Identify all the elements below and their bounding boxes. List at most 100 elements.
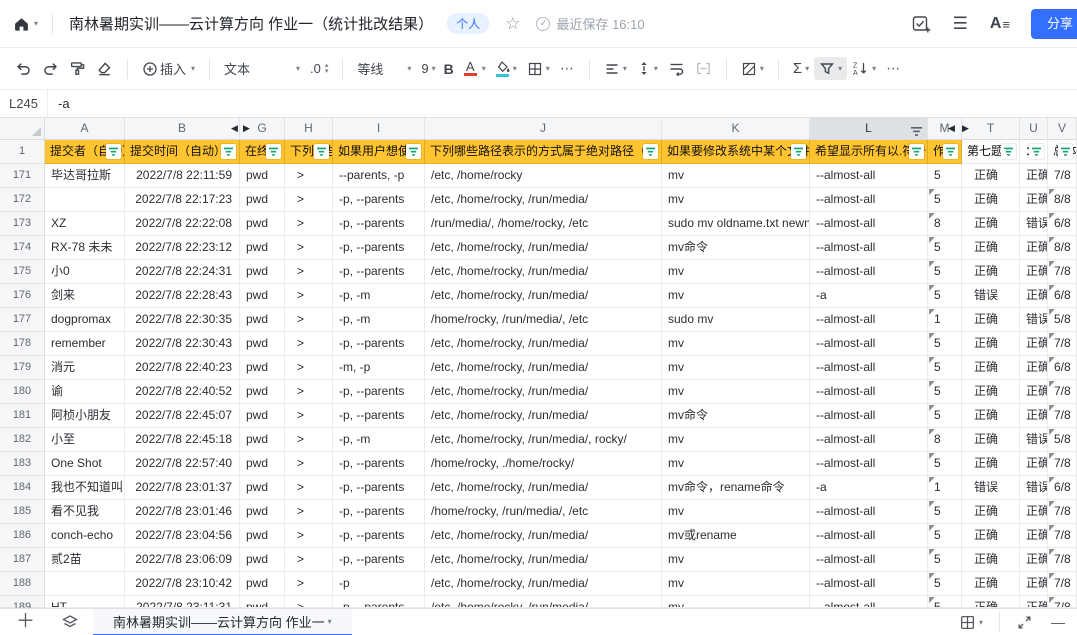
cell-B172[interactable]: 2022/7/8 22:17:23 (125, 188, 240, 212)
column-header-H[interactable]: H (285, 118, 333, 139)
cell-J176[interactable]: /etc, /home/rocky, /run/media/ (425, 284, 662, 308)
cell-L185[interactable]: --almost-all (810, 500, 928, 524)
filter-icon[interactable] (1058, 144, 1073, 159)
cell-B173[interactable]: 2022/7/8 22:22:08 (125, 212, 240, 236)
cell-K179[interactable]: mv (662, 356, 810, 380)
cell-M184[interactable]: 1 (928, 476, 962, 500)
name-box[interactable]: L245 (0, 90, 48, 117)
cell-U185[interactable]: 正确 (1020, 500, 1048, 524)
borders-button[interactable]: ▾ (522, 57, 555, 81)
cell-A186[interactable]: conch-echo (45, 524, 125, 548)
cell-B183[interactable]: 2022/7/8 22:57:40 (125, 452, 240, 476)
row-header[interactable]: 181 (0, 404, 45, 428)
font-color-button[interactable]: A▾ (457, 57, 491, 80)
cell-T180[interactable]: 正确 (962, 380, 1020, 404)
question-header-cell-U[interactable]: ：\ (1020, 140, 1048, 164)
undo-button[interactable] (10, 56, 37, 81)
cell-U176[interactable]: 正确 (1020, 284, 1048, 308)
column-header-T[interactable]: T (962, 118, 1020, 139)
column-header-I[interactable]: I (333, 118, 425, 139)
cell-A189[interactable]: HT (45, 596, 125, 608)
cell-T181[interactable]: 正确 (962, 404, 1020, 428)
cell-L175[interactable]: --almost-all (810, 260, 928, 284)
cell-M182[interactable]: 8 (928, 428, 962, 452)
cell-H175[interactable]: > (285, 260, 333, 284)
row-header[interactable]: 175 (0, 260, 45, 284)
format-painter-button[interactable] (64, 56, 91, 81)
cell-T178[interactable]: 正确 (962, 332, 1020, 356)
cell-J182[interactable]: /etc, /home/rocky, /run/media/, rocky/ (425, 428, 662, 452)
cell-A183[interactable]: One Shot (45, 452, 125, 476)
cell-K174[interactable]: mv命令 (662, 236, 810, 260)
cell-A178[interactable]: remember (45, 332, 125, 356)
cell-L181[interactable]: --almost-all (810, 404, 928, 428)
cell-L174[interactable]: --almost-all (810, 236, 928, 260)
cell-M183[interactable]: 5 (928, 452, 962, 476)
row-header[interactable]: 184 (0, 476, 45, 500)
cell-J177[interactable]: /home/rocky, /run/media/, /etc (425, 308, 662, 332)
cell-L188[interactable]: --almost-all (810, 572, 928, 596)
cell-U173[interactable]: 错误 (1020, 212, 1048, 236)
cell-H179[interactable]: > (285, 356, 333, 380)
cell-I186[interactable]: -p, --parents (333, 524, 425, 548)
cell-V180[interactable]: 7/8 (1048, 380, 1077, 404)
cell-J187[interactable]: /etc, /home/rocky, /run/media/ (425, 548, 662, 572)
cell-M187[interactable]: 5 (928, 548, 962, 572)
cell-H174[interactable]: > (285, 236, 333, 260)
cell-G185[interactable]: pwd (240, 500, 285, 524)
merge-cells-button[interactable] (690, 57, 717, 80)
cell-V189[interactable]: 7/8 (1048, 596, 1077, 608)
cell-H182[interactable]: > (285, 428, 333, 452)
column-header-J[interactable]: J (425, 118, 662, 139)
cell-K172[interactable]: mv (662, 188, 810, 212)
sheet-list-button[interactable] (47, 614, 93, 630)
cell-L180[interactable]: --almost-all (810, 380, 928, 404)
cell-A181[interactable]: 阿桢小朋友 (45, 404, 125, 428)
cell-G175[interactable]: pwd (240, 260, 285, 284)
cell-B184[interactable]: 2022/7/8 23:01:37 (125, 476, 240, 500)
cell-A179[interactable]: 消元 (45, 356, 125, 380)
cell-H172[interactable]: > (285, 188, 333, 212)
cell-J188[interactable]: /etc, /home/rocky, /run/media/ (425, 572, 662, 596)
filter-icon[interactable] (221, 144, 236, 159)
cell-I188[interactable]: -p (333, 572, 425, 596)
cell-I175[interactable]: -p, --parents (333, 260, 425, 284)
cell-M188[interactable]: 5 (928, 572, 962, 596)
cell-K177[interactable]: sudo mv (662, 308, 810, 332)
filter-icon[interactable] (266, 144, 281, 159)
cell-K180[interactable]: mv (662, 380, 810, 404)
cell-L171[interactable]: --almost-all (810, 164, 928, 188)
cell-I189[interactable]: -p, --parents (333, 596, 425, 608)
cell-B179[interactable]: 2022/7/8 22:40:23 (125, 356, 240, 380)
cell-A184[interactable]: 我也不知道叫 (45, 476, 125, 500)
view-options-button[interactable]: ▾ (953, 612, 989, 633)
cell-I173[interactable]: -p, --parents (333, 212, 425, 236)
cell-H173[interactable]: > (285, 212, 333, 236)
cell-J172[interactable]: /etc, /home/rocky, /run/media/ (425, 188, 662, 212)
question-header-cell-I[interactable]: 如果用户想使用（ (333, 140, 425, 164)
cell-U177[interactable]: 错误 (1020, 308, 1048, 332)
cell-K176[interactable]: mv (662, 284, 810, 308)
row-header[interactable]: 174 (0, 236, 45, 260)
cell-A188[interactable] (45, 572, 125, 596)
cell-J186[interactable]: /etc, /home/rocky, /run/media/ (425, 524, 662, 548)
cell-K188[interactable]: mv (662, 572, 810, 596)
cell-K185[interactable]: mv (662, 500, 810, 524)
cell-G188[interactable]: pwd (240, 572, 285, 596)
cell-V176[interactable]: 6/8 (1048, 284, 1077, 308)
cell-G174[interactable]: pwd (240, 236, 285, 260)
cell-I181[interactable]: -p, --parents (333, 404, 425, 428)
row-header[interactable]: 172 (0, 188, 45, 212)
cell-I176[interactable]: -p, -m (333, 284, 425, 308)
cell-M179[interactable]: 5 (928, 356, 962, 380)
hidden-columns-left-icon[interactable]: ◀ (231, 122, 238, 134)
cell-G183[interactable]: pwd (240, 452, 285, 476)
spinner-icon[interactable]: ▴▾ (325, 63, 329, 75)
cell-H178[interactable]: > (285, 332, 333, 356)
cell-T185[interactable]: 正确 (962, 500, 1020, 524)
column-header-A[interactable]: A (45, 118, 125, 139)
cell-L183[interactable]: --almost-all (810, 452, 928, 476)
row-header[interactable]: 180 (0, 380, 45, 404)
cell-K189[interactable]: mv (662, 596, 810, 608)
filter-icon[interactable] (1029, 144, 1044, 159)
